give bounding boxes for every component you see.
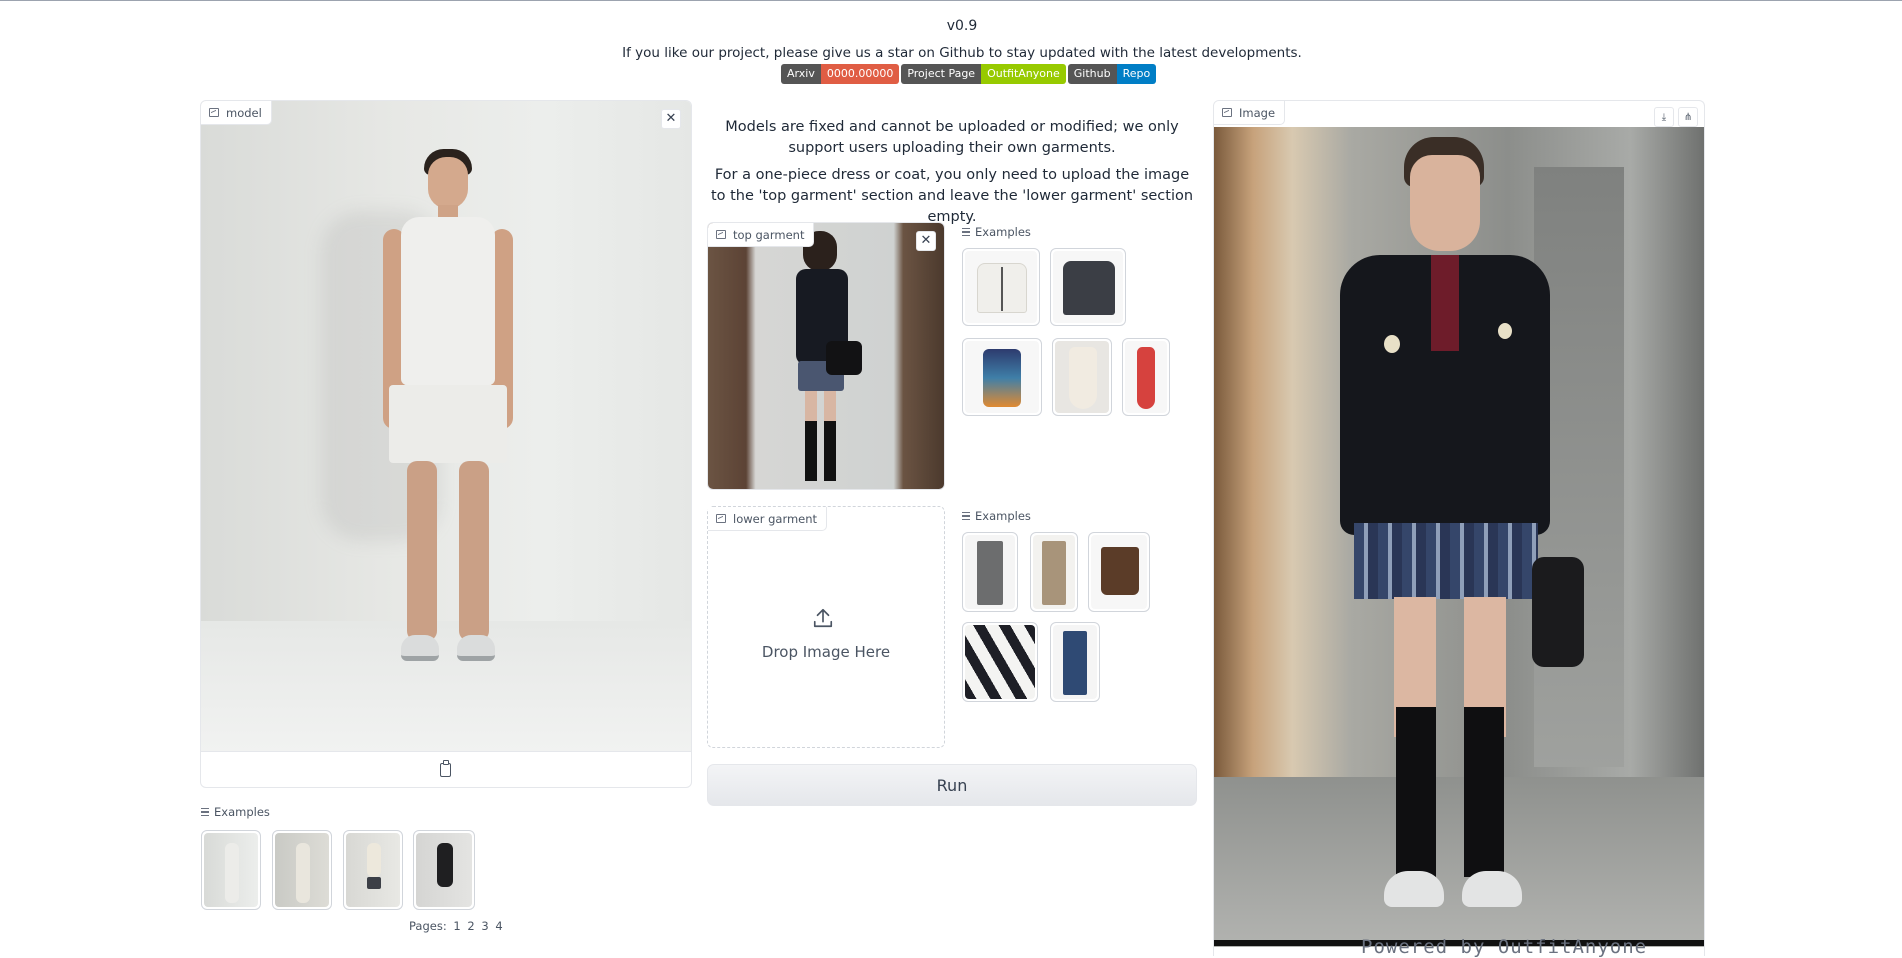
top-garment-label: top garment <box>733 227 805 242</box>
lower-garment-dropzone[interactable]: lower garment Drop Image Here <box>707 506 945 748</box>
output-label-tag: Image <box>1214 101 1286 125</box>
lower-example-3[interactable] <box>1088 532 1150 612</box>
download-icon[interactable]: ⤓ <box>1654 107 1674 127</box>
model-example-1[interactable] <box>201 830 261 910</box>
model-label-tag: model <box>201 101 272 125</box>
lower-example-4[interactable] <box>962 622 1038 702</box>
clipboard-icon[interactable] <box>440 760 451 777</box>
lower-garment-label: lower garment <box>733 511 818 526</box>
list-icon <box>962 512 970 520</box>
close-icon[interactable]: ✕ <box>661 109 681 129</box>
model-image <box>201 101 691 751</box>
image-icon <box>1222 108 1232 117</box>
drop-image-text: Drop Image Here <box>761 643 891 661</box>
image-icon <box>716 230 726 239</box>
model-example-4[interactable] <box>413 830 475 910</box>
lower-garment-label-tag: lower garment <box>708 507 828 531</box>
output-image <box>1214 127 1704 947</box>
image-icon <box>716 514 726 523</box>
lower-examples-label: Examples <box>962 509 1031 523</box>
top-garment-image <box>708 223 944 489</box>
notice-one-piece: For a one-piece dress or coat, you only … <box>710 167 1194 225</box>
output-label: Image <box>1239 105 1276 120</box>
arxiv-badge[interactable]: Arxiv 0000.00000 <box>781 64 900 84</box>
model-example-3[interactable] <box>343 830 403 910</box>
badge-row: Arxiv 0000.00000 Project Page OutfitAnyo… <box>781 64 1157 84</box>
list-icon <box>201 808 209 816</box>
model-image-panel: model ✕ <box>200 100 692 788</box>
share-icon[interactable]: ⋔ <box>1678 107 1698 127</box>
github-badge[interactable]: Github Repo <box>1067 64 1157 84</box>
watermark: Powered by OutfitAnyone <box>1361 936 1648 958</box>
page-3[interactable]: 3 <box>481 919 488 933</box>
project-page-badge[interactable]: Project Page OutfitAnyone <box>901 64 1066 84</box>
page-4[interactable]: 4 <box>495 919 502 933</box>
github-badge-label: Github <box>1067 64 1117 84</box>
upload-icon <box>813 608 833 628</box>
model-examples-label: Examples <box>201 805 270 819</box>
pages-label: Pages: <box>409 919 447 933</box>
lower-example-2[interactable] <box>1030 532 1078 612</box>
list-icon <box>962 228 970 236</box>
top-example-4[interactable] <box>1052 338 1112 416</box>
run-button[interactable]: Run <box>707 764 1197 806</box>
project-page-badge-value: OutfitAnyone <box>981 64 1066 84</box>
top-example-5[interactable] <box>1122 338 1170 416</box>
top-garment-label-tag: top garment <box>708 223 815 247</box>
version-label: v0.9 <box>946 18 978 34</box>
lower-example-5[interactable] <box>1050 622 1100 702</box>
photo-floor <box>201 621 691 751</box>
arxiv-badge-label: Arxiv <box>781 64 821 84</box>
subtitle: If you like our project, please give us … <box>622 45 1302 61</box>
model-example-2[interactable] <box>272 830 332 910</box>
top-divider <box>0 0 1902 1</box>
project-page-badge-label: Project Page <box>901 64 982 84</box>
top-examples-label: Examples <box>962 225 1031 239</box>
model-label: model <box>226 105 262 120</box>
arxiv-badge-value: 0000.00000 <box>820 64 900 84</box>
output-image-panel: Image ⤓ ⋔ <box>1213 100 1705 956</box>
github-badge-value: Repo <box>1116 64 1157 84</box>
close-icon[interactable]: ✕ <box>916 231 936 251</box>
top-example-2[interactable] <box>1050 248 1126 326</box>
lower-example-1[interactable] <box>962 532 1018 612</box>
top-garment-panel: top garment ✕ <box>707 222 945 490</box>
page-1[interactable]: 1 <box>453 919 460 933</box>
page-2[interactable]: 2 <box>467 919 474 933</box>
image-icon <box>209 108 219 117</box>
top-example-1[interactable] <box>962 248 1040 326</box>
paste-bar <box>201 751 691 787</box>
top-example-3[interactable] <box>962 338 1042 416</box>
pagination: Pages: 1 2 3 4 <box>409 919 503 933</box>
notice-fixed-models: Models are fixed and cannot be uploaded … <box>725 119 1179 156</box>
